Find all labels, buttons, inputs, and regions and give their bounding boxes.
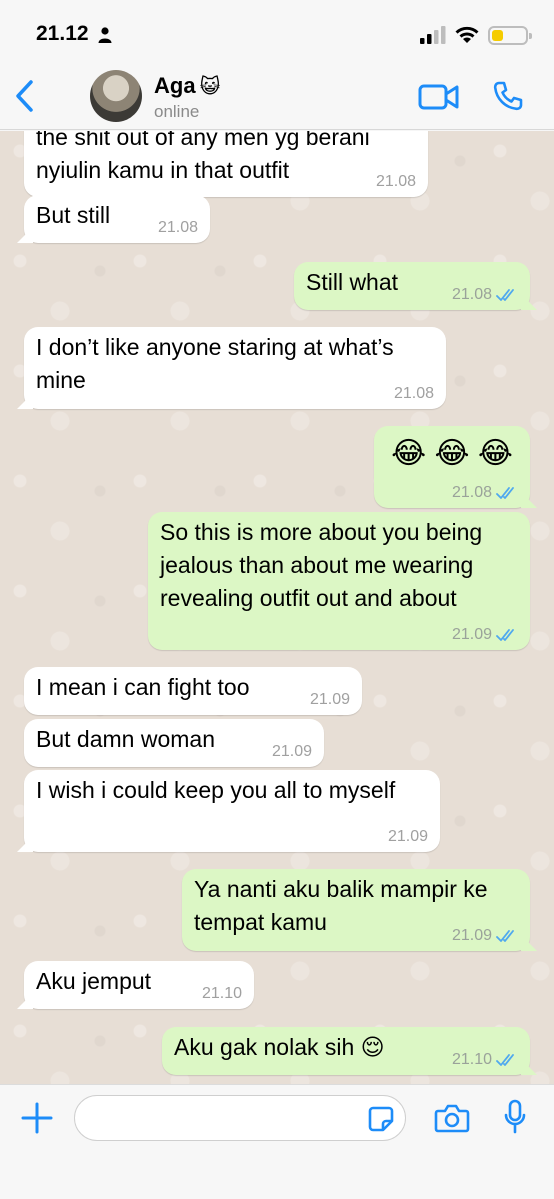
read-receipt-icon [496,629,514,641]
incoming-message[interactable]: the shit out of any men yg berani nyiuli… [24,131,428,197]
wifi-icon [455,26,479,43]
read-receipt-icon [496,1054,514,1066]
message-timestamp: 21.09 [451,626,492,643]
message-timestamp: 21.08 [157,219,198,236]
message-timestamp: 21.09 [451,927,492,944]
message-meta: 21.09 [272,743,312,761]
message-meta: 21.08 [452,484,518,502]
outgoing-message[interactable]: Still what 21.08 [294,262,530,310]
incoming-message[interactable]: I don’t like anyone staring at what’s mi… [24,327,446,409]
message-timestamp: 21.08 [451,484,492,501]
message-text: I don’t like anyone staring at what’s mi… [36,334,394,393]
message-timestamp: 21.09 [387,828,428,845]
incoming-message[interactable]: I mean i can fight too 21.09 [24,667,362,715]
chat-header: Aga 😺 online [0,62,554,130]
back-chevron-icon[interactable] [10,76,40,116]
message-timestamp: 21.08 [393,385,434,402]
message-meta: 21.10 [452,1051,518,1069]
battery-level [492,29,504,41]
read-receipt-icon [496,930,514,942]
message-text: So this is more about you being jealous … [160,519,483,611]
message-meta: 21.08 [158,219,198,237]
message-meta: 21.08 [376,173,416,191]
message-timestamp: 21.08 [375,173,416,190]
message-timestamp: 21.10 [201,985,242,1002]
message-text: the shit out of any men yg berani nyiuli… [36,131,370,183]
message-input[interactable] [74,1095,406,1141]
contact-name-text: Aga [154,73,196,98]
incoming-message[interactable]: But damn woman 21.09 [24,719,324,767]
message-meta: 21.08 [394,385,434,403]
input-bar [0,1084,554,1199]
read-receipt-icon [496,487,514,499]
message-text: 😂 😂 😂 [391,437,513,470]
status-bar: 21.12 [0,0,554,62]
battery-icon [488,25,532,45]
camera-icon[interactable] [434,1103,470,1133]
phone-icon[interactable] [492,80,524,112]
outgoing-message[interactable]: Aku gak nolak sih 😌 21.10 [162,1027,530,1075]
incoming-message[interactable]: I wish i could keep you all to myself 21.… [24,770,440,852]
sticker-icon[interactable] [368,1106,394,1132]
message-meta: 21.09 [310,691,350,709]
message-timestamp: 21.09 [271,743,312,760]
incoming-message[interactable]: But still 21.08 [24,195,210,243]
plus-icon[interactable] [20,1101,54,1135]
message-meta: 21.10 [202,985,242,1003]
message-meta: 21.09 [452,626,518,644]
message-text: I mean i can fight too [36,674,250,700]
status-icons [420,24,532,46]
video-call-icon[interactable] [418,82,460,112]
message-meta: 21.09 [452,927,518,945]
microphone-icon[interactable] [504,1099,526,1135]
read-receipt-icon [496,289,514,301]
chat-messages[interactable]: the shit out of any men yg berani nyiuli… [0,131,554,1084]
message-meta: 21.08 [452,286,518,304]
contact-status: online [154,102,200,121]
message-text: But damn woman [36,726,215,752]
incoming-message[interactable]: Aku jemput 21.10 [24,961,254,1009]
avatar[interactable] [90,70,142,122]
cellular-signal-icon [420,26,446,44]
message-timestamp: 21.09 [309,691,350,708]
outgoing-message[interactable]: So this is more about you being jealous … [148,512,530,650]
message-timestamp: 21.10 [451,1051,492,1068]
person-icon [98,27,112,43]
message-text: I wish i could keep you all to myself [36,777,396,803]
outgoing-message[interactable]: Ya nanti aku balik mampir ke tempat kamu… [182,869,530,951]
message-meta: 21.09 [388,828,428,846]
status-time: 21.12 [36,22,89,45]
contact-emoji: 😺 [199,76,221,98]
outgoing-message[interactable]: 😂 😂 😂 21.08 [374,426,530,508]
message-timestamp: 21.08 [451,286,492,303]
contact-name[interactable]: Aga 😺 [154,73,220,99]
